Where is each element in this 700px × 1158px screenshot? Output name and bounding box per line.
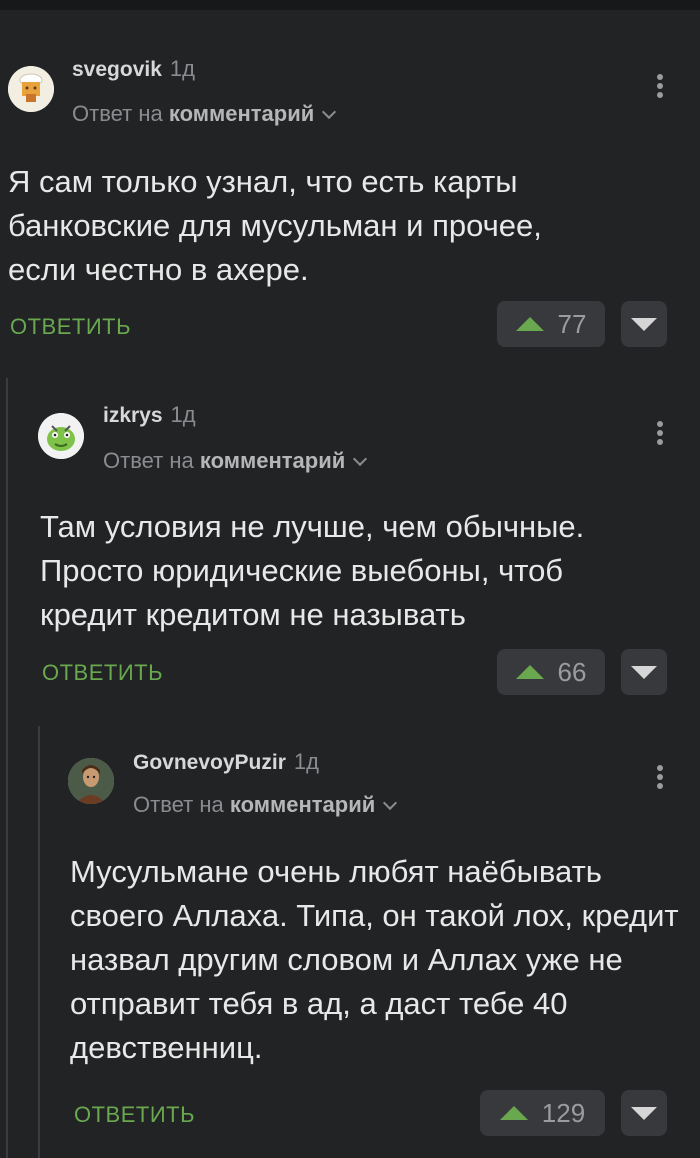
comment-age: 1д: [293, 749, 319, 774]
thread-line-level-2[interactable]: [38, 726, 40, 1158]
cook-avatar-icon: [8, 66, 54, 112]
comment-age: 1д: [169, 56, 195, 81]
downvote-button[interactable]: [621, 649, 667, 695]
username-text[interactable]: svegovik: [72, 58, 162, 81]
chevron-down-icon[interactable]: [353, 451, 368, 467]
reply-to-link[interactable]: комментарий: [230, 792, 375, 817]
vote-score: 129: [541, 1097, 586, 1128]
username-text[interactable]: izkrys: [103, 404, 163, 427]
upvote-button[interactable]: 66: [497, 649, 605, 695]
reply-to-prefix: Ответ на: [133, 792, 224, 817]
reply-to-line[interactable]: Ответ на комментарий: [72, 101, 337, 127]
vote-score: 77: [557, 308, 587, 339]
upvote-button[interactable]: 77: [497, 301, 605, 347]
downvote-button[interactable]: [621, 301, 667, 347]
username[interactable]: GovnevoyPuzir 1д: [133, 749, 319, 775]
triangle-up-icon: [515, 317, 544, 331]
upvote-button[interactable]: 129: [480, 1090, 605, 1136]
reply-to-prefix: Ответ на: [72, 101, 163, 126]
reply-to-line[interactable]: Ответ на комментарий: [133, 792, 398, 818]
user-avatar[interactable]: [8, 66, 54, 112]
triangle-up-icon: [515, 665, 544, 679]
reply-to-line[interactable]: Ответ на комментарий: [103, 448, 368, 474]
downvote-button[interactable]: [621, 1090, 667, 1136]
thread-line-level-1[interactable]: [6, 378, 8, 1158]
comment-text: Мусульмане очень любят наёбывать своего …: [70, 854, 679, 1065]
username-text[interactable]: GovnevoyPuzir: [133, 751, 286, 774]
comment-text: Я сам только узнал, что есть карты банко…: [8, 164, 542, 287]
triangle-down-icon: [631, 665, 657, 679]
reply-button[interactable]: ОТВЕТИТЬ: [42, 660, 163, 686]
person-avatar-icon: [68, 758, 114, 804]
chevron-down-icon[interactable]: [383, 795, 398, 811]
top-bar: [0, 0, 700, 10]
reply-to-link[interactable]: комментарий: [200, 448, 345, 473]
reply-button[interactable]: ОТВЕТИТЬ: [10, 314, 131, 340]
kebab-icon[interactable]: [655, 74, 665, 104]
user-avatar[interactable]: [68, 758, 114, 804]
comment-age: 1д: [170, 402, 196, 427]
username[interactable]: izkrys 1д: [103, 402, 196, 428]
vote-score: 66: [557, 656, 587, 687]
triangle-down-icon: [631, 317, 657, 331]
kebab-icon[interactable]: [655, 765, 665, 795]
comment-text: Там условия не лучше, чем обычные. Прост…: [40, 509, 585, 632]
reply-to-link[interactable]: комментарий: [169, 101, 314, 126]
chevron-down-icon[interactable]: [322, 104, 337, 120]
kebab-icon[interactable]: [655, 421, 665, 451]
user-avatar[interactable]: [38, 413, 84, 459]
creature-avatar-icon: [38, 413, 84, 459]
username[interactable]: svegovik 1д: [72, 56, 195, 82]
triangle-up-icon: [499, 1106, 528, 1120]
reply-to-prefix: Ответ на: [103, 448, 194, 473]
triangle-down-icon: [631, 1106, 657, 1120]
reply-button[interactable]: ОТВЕТИТЬ: [74, 1102, 195, 1128]
